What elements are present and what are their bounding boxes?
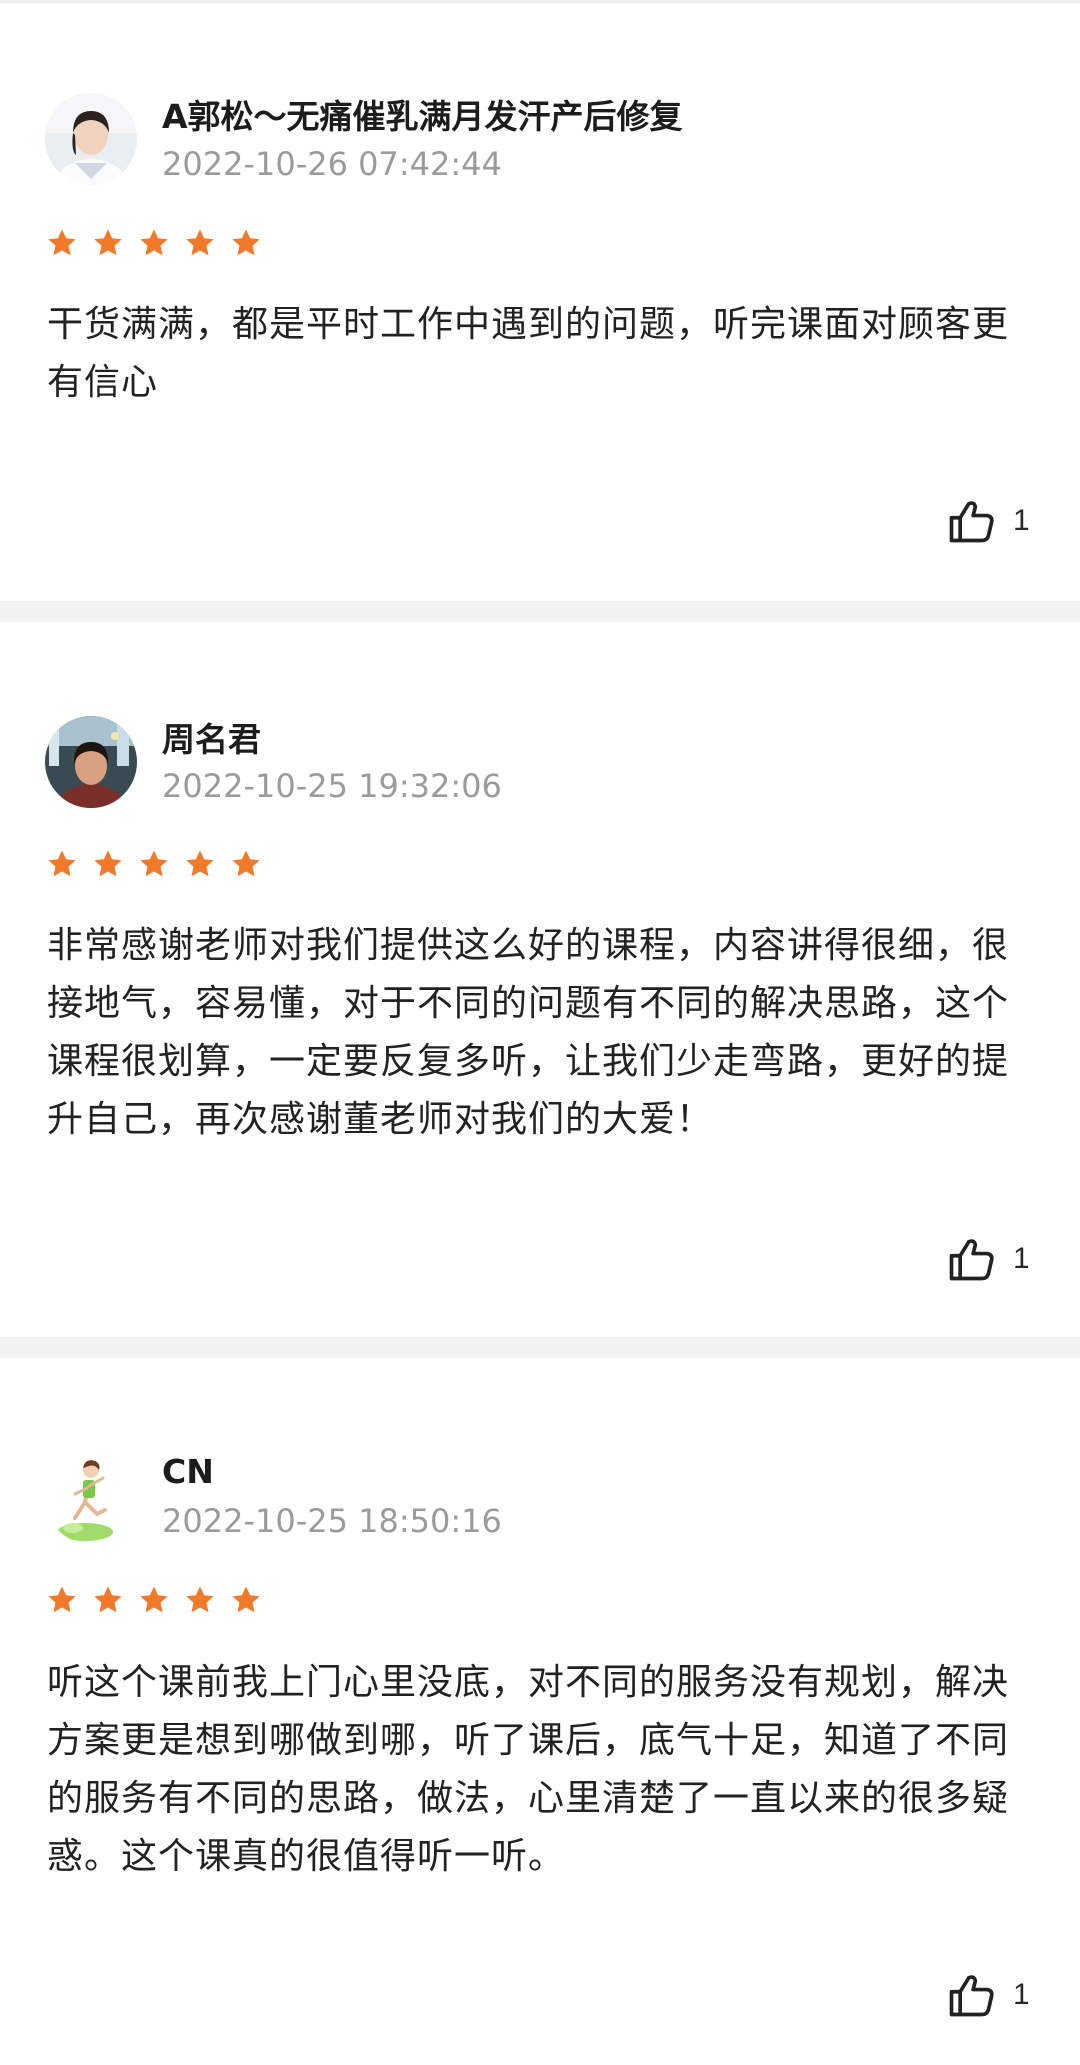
avatar-cartoon-runner-icon (45, 1452, 137, 1544)
like-count: 1 (1013, 1242, 1030, 1275)
like-button[interactable]: 1 (945, 495, 1030, 547)
review-text: 听这个课前我上门心里没底，对不同的服务没有规划，解决方案更是想到哪做到哪，听了课… (47, 1662, 1010, 1877)
user-avatar[interactable] (45, 716, 137, 808)
star-icon (186, 1586, 214, 1613)
star-icon (232, 1586, 260, 1613)
star-icon (186, 850, 214, 877)
thumbs-up-icon (949, 1239, 994, 1281)
user-name[interactable]: 周名君 (162, 720, 261, 760)
user-name[interactable]: A郭松～无痛催乳满月发汗产后修复 (162, 97, 683, 137)
star-icon (232, 229, 260, 256)
avatar-woman-white-coat-icon (45, 93, 137, 185)
user-avatar[interactable] (45, 93, 137, 185)
review-card: 周名君 2022-10-25 19:32:06 非常感谢老师对我们提供这么好的课… (0, 622, 1080, 1337)
star-rating (46, 1584, 262, 1618)
star-rating (46, 227, 262, 261)
thumbs-up-icon (949, 501, 994, 543)
review-text: 非常感谢老师对我们提供这么好的课程，内容讲得很细，很接地气，容易懂，对于不同的问… (47, 925, 1010, 1140)
star-icon (94, 850, 122, 877)
avatar-woman-night-street-icon (45, 716, 137, 808)
star-icon (94, 229, 122, 256)
like-count: 1 (1013, 1978, 1030, 2011)
user-name[interactable]: CN (162, 1452, 214, 1492)
review-text: 干货满满，都是平时工作中遇到的问题，听完课面对顾客更有信心 (47, 304, 1010, 403)
star-icon (48, 850, 76, 877)
star-icon (232, 850, 260, 877)
section-divider (0, 1337, 1080, 1358)
review-timestamp: 2022-10-26 07:42:44 (162, 145, 502, 183)
review-card: CN 2022-10-25 18:50:16 听这个课前我上门心里没底，对不同的… (0, 1358, 1080, 2065)
like-count: 1 (1013, 504, 1030, 537)
section-divider (0, 601, 1080, 622)
star-icon (48, 1586, 76, 1613)
review-card: A郭松～无痛催乳满月发汗产后修复 2022-10-26 07:42:44 干货满… (0, 3, 1080, 601)
user-avatar[interactable] (45, 1452, 137, 1544)
star-icon (186, 229, 214, 256)
star-rating (46, 848, 262, 882)
star-icon (48, 229, 76, 256)
thumbs-up-icon (949, 1975, 994, 2017)
star-icon (140, 229, 168, 256)
star-icon (140, 1586, 168, 1613)
like-button[interactable]: 1 (945, 1969, 1030, 2021)
review-timestamp: 2022-10-25 18:50:16 (162, 1502, 502, 1540)
review-timestamp: 2022-10-25 19:32:06 (162, 767, 502, 805)
star-icon (94, 1586, 122, 1613)
like-button[interactable]: 1 (945, 1233, 1030, 1285)
star-icon (140, 850, 168, 877)
